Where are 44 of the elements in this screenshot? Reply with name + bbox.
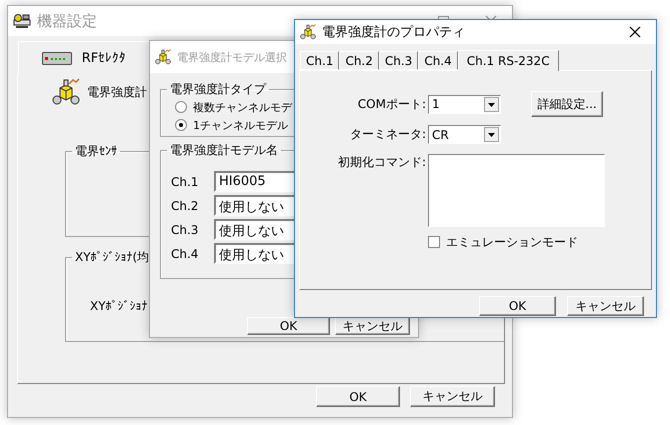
sensor-icon: [155, 49, 171, 65]
cancel-button[interactable]: キャンセル: [410, 386, 495, 407]
radio-button[interactable]: [175, 101, 187, 113]
device-label: 電界強度計: [87, 84, 147, 100]
terminator-dropdown[interactable]: CR: [428, 125, 501, 144]
window-title: 電界強度計モデル選択: [177, 50, 287, 64]
sensor-icon: [300, 24, 316, 40]
tools-icon: [13, 13, 31, 29]
close-icon[interactable]: [629, 26, 641, 38]
field-label: ターミネータ:: [348, 126, 427, 143]
tab[interactable]: Ch.1 RS-232C: [458, 50, 559, 71]
checkbox-label: エミュレーションモード: [446, 234, 578, 250]
channel-label: Ch.2: [170, 198, 200, 212]
radio-button[interactable]: [175, 119, 187, 131]
channel-label: Ch.3: [170, 222, 200, 236]
sensor-icon: [52, 78, 80, 106]
checkbox[interactable]: [428, 236, 440, 248]
window-title: 機器設定: [37, 12, 97, 30]
tab[interactable]: RFｾﾚｸﾀ: [18, 41, 150, 75]
channel-label: Ch.1: [170, 174, 200, 188]
channel-label: Ch.4: [170, 246, 200, 260]
group-title: XYﾎﾟｼﾞｼｮﾅ(均: [74, 249, 150, 266]
tab[interactable]: Ch.3: [378, 51, 418, 70]
tab[interactable]: Ch.1: [300, 51, 340, 70]
field-label: COMポート:: [356, 96, 427, 112]
detail-settings-button[interactable]: 詳細設定...: [531, 91, 603, 117]
com-port-dropdown[interactable]: 1: [428, 94, 501, 114]
tab[interactable]: Ch.2: [339, 51, 379, 70]
group-title: 電界強度計モデル名: [169, 142, 279, 159]
option-label: 複数チャンネルモデ: [193, 100, 292, 114]
command-field[interactable]: [428, 154, 605, 227]
ok-button[interactable]: OK: [316, 386, 400, 407]
option-label: 1チャンネルモデル: [193, 118, 288, 132]
field-label: XYﾎﾟｼﾞｼｮﾅ: [90, 299, 148, 313]
ok-button[interactable]: OK: [479, 296, 556, 316]
group-title: 電界強度計タイプ: [169, 81, 268, 98]
ok-button[interactable]: OK: [247, 317, 330, 335]
cancel-button[interactable]: キャンセル: [335, 317, 410, 335]
window-title: 電界強度計のプロパティ: [322, 24, 465, 41]
group-title: 電界ｾﾝｻ: [74, 143, 118, 160]
tab[interactable]: Ch.4: [418, 51, 458, 70]
cancel-button[interactable]: キャンセル: [567, 296, 644, 316]
device-icon: [42, 52, 72, 66]
field-label: 初期化コマンド:: [336, 154, 427, 171]
